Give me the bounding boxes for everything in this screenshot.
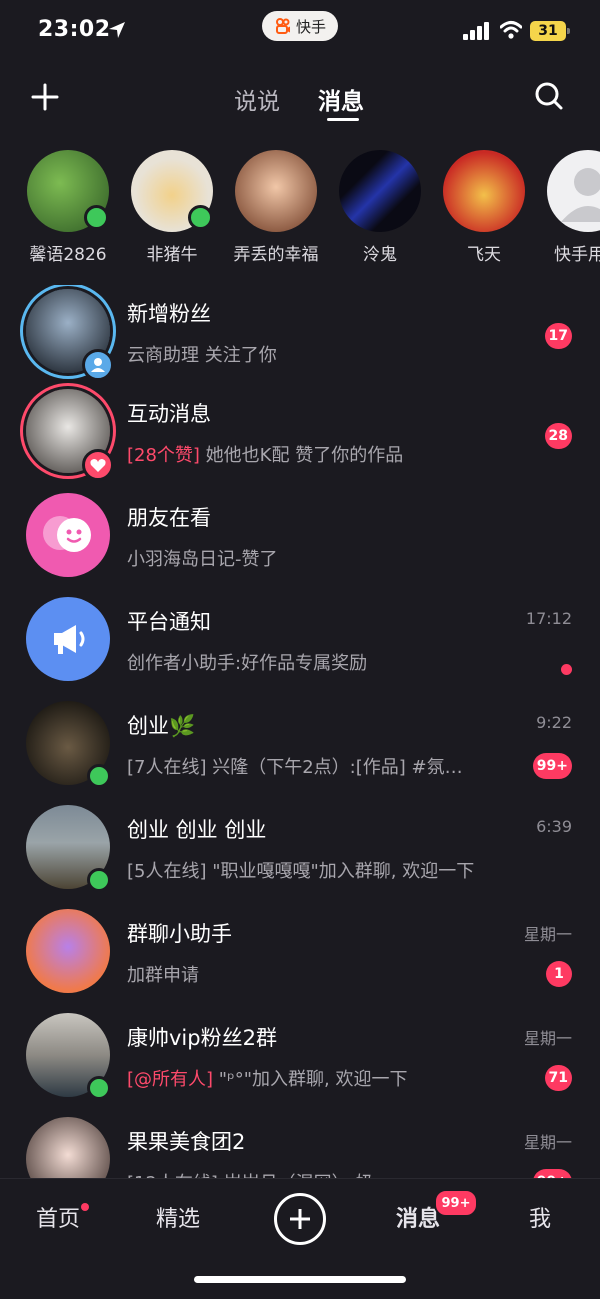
unread-count-badge: 17	[544, 323, 572, 349]
avatar	[235, 150, 317, 232]
messages-badge: 99+	[434, 1189, 478, 1217]
online-indicator	[87, 764, 111, 788]
avatar	[339, 150, 421, 232]
avatar	[26, 1117, 110, 1178]
message-time: 星期一	[523, 925, 572, 944]
stories-row: 馨语2826 非猪牛 弄丢的幸福 泠鬼 飞天 快手用户	[0, 150, 600, 270]
message-title: 创业 创业 创业	[127, 818, 267, 842]
list-item-group-chuangye[interactable]: 创业🌿 [7人在线] 兴隆（下午2点）:[作品] #氛… 9:22 99+	[0, 701, 600, 805]
default-user-icon	[561, 168, 600, 222]
message-title: 朋友在看	[127, 506, 211, 530]
online-indicator	[87, 868, 111, 892]
message-preview: [5人在线] "职业嘎嘎嘎"加入群聊, 欢迎一下	[127, 861, 475, 882]
megaphone-icon	[26, 597, 110, 681]
mention-highlight: [@所有人]	[127, 1069, 214, 1090]
story-item[interactable]: 馨语2826	[16, 150, 120, 265]
story-name: 快手用户	[554, 245, 600, 265]
message-list: 新增粉丝 云商助理 关注了你 17 互动消息 [28个赞] 她他也K配 赞了你的…	[0, 285, 600, 1178]
unread-count-badge: 1	[546, 961, 572, 987]
nav-home[interactable]: 首页	[36, 1201, 80, 1233]
story-item[interactable]: 弄丢的幸福	[224, 150, 328, 265]
battery-level: 31	[538, 23, 558, 39]
story-name: 馨语2826	[29, 245, 107, 265]
status-bar: 23:02 快手 31	[0, 0, 600, 64]
story-name: 泠鬼	[363, 245, 397, 265]
message-preview: [28个赞] 她他也K配 赞了你的作品	[127, 441, 403, 467]
message-title: 互动消息	[127, 402, 211, 426]
list-item-group-guoguo[interactable]: 果果美食团2 [12人在线] 岁岁月（湿网）:奶 星期一 99+	[0, 1117, 600, 1178]
message-time: 星期一	[523, 1133, 572, 1152]
status-time: 23:02	[38, 17, 111, 42]
likes-highlight: [28个赞]	[127, 445, 200, 466]
message-preview: 创作者小助手:好作品专属奖励	[127, 653, 368, 674]
message-preview: 云商助理 关注了你	[127, 345, 277, 366]
message-time: 6:39	[536, 817, 572, 836]
heart-icon	[82, 449, 114, 481]
online-indicator	[188, 205, 213, 230]
home-indicator	[194, 1276, 406, 1283]
story-item[interactable]: 泠鬼	[328, 150, 432, 265]
avatar	[26, 909, 110, 993]
search-icon[interactable]	[533, 80, 565, 112]
list-item-group-chuangye-2[interactable]: 创业 创业 创业 [5人在线] "职业嘎嘎嘎"加入群聊, 欢迎一下 6:39	[0, 805, 600, 909]
story-name: 飞天	[467, 245, 501, 265]
message-title: 平台通知	[127, 610, 211, 634]
list-item-new-followers[interactable]: 新增粉丝 云商助理 关注了你 17	[0, 289, 600, 393]
list-item-platform-notice[interactable]: 平台通知 创作者小助手:好作品专属奖励 17:12	[0, 597, 600, 701]
follower-icon	[82, 349, 114, 381]
message-preview: [@所有人] "ᵖ°"加入群聊, 欢迎一下	[127, 1065, 407, 1091]
message-time: 星期一	[523, 1029, 572, 1048]
list-item-friends-watching[interactable]: 朋友在看 小羽海岛日记-赞了	[0, 493, 600, 597]
avatar	[443, 150, 525, 232]
app-pill-label: 快手	[295, 17, 326, 36]
avatar	[547, 150, 600, 232]
unread-count-badge: 71	[544, 1065, 572, 1091]
tab-shuoshuo[interactable]: 说说	[234, 82, 280, 116]
story-item[interactable]: 飞天	[432, 150, 536, 265]
app-indicator-pill[interactable]: 快手	[262, 11, 338, 41]
unread-count-badge: 99+	[532, 753, 572, 779]
avatar	[131, 150, 213, 232]
avatar	[27, 150, 109, 232]
battery-indicator: 31	[530, 21, 570, 41]
message-title: 果果美食团2	[127, 1130, 246, 1154]
top-tabs: 说说 消息	[0, 80, 600, 130]
list-item-group-assistant[interactable]: 群聊小助手 加群申请 星期一 1	[0, 909, 600, 1013]
message-title: 康帅vip粉丝2群	[127, 1026, 277, 1050]
story-name: 非猪牛	[146, 245, 198, 265]
kuaishou-logo-icon	[275, 18, 290, 34]
online-indicator	[87, 1076, 111, 1100]
list-item-interactions[interactable]: 互动消息 [28个赞] 她他也K配 赞了你的作品 28	[0, 389, 600, 493]
unread-count-badge: 99+	[532, 1169, 572, 1178]
message-title: 群聊小助手	[127, 922, 232, 946]
home-unread-dot	[81, 1203, 89, 1211]
friends-watching-icon	[26, 493, 110, 577]
nav-me[interactable]: 我	[529, 1201, 551, 1233]
message-preview: [7人在线] 兴隆（下午2点）:[作品] #氛…	[127, 757, 463, 778]
message-preview: [12人在线] 岁岁月（湿网）:奶	[127, 1169, 374, 1178]
active-tab-indicator	[327, 118, 359, 121]
list-item-group-kangshuai[interactable]: 康帅vip粉丝2群 [@所有人] "ᵖ°"加入群聊, 欢迎一下 星期一 71	[0, 1013, 600, 1117]
unread-count-badge: 28	[544, 423, 572, 449]
message-preview: 小羽海岛日记-赞了	[127, 549, 278, 570]
story-item[interactable]: 非猪牛	[120, 150, 224, 265]
message-title: 创业🌿	[127, 714, 196, 738]
message-time: 9:22	[536, 713, 572, 732]
unread-dot	[561, 664, 572, 675]
online-indicator	[84, 205, 109, 230]
location-arrow-icon	[109, 22, 125, 38]
message-preview: 加群申请	[127, 965, 199, 986]
story-name: 弄丢的幸福	[233, 245, 319, 265]
wifi-icon	[500, 21, 522, 39]
message-preview-text: "ᵖ°"加入群聊, 欢迎一下	[213, 1069, 408, 1090]
cellular-signal-icon	[463, 22, 489, 40]
create-plus-button[interactable]	[274, 1193, 326, 1245]
nav-featured[interactable]: 精选	[156, 1201, 200, 1233]
message-preview-text: 她他也K配 赞了你的作品	[199, 445, 404, 466]
message-time: 17:12	[525, 609, 572, 628]
message-title: 新增粉丝	[127, 302, 211, 326]
tab-messages[interactable]: 消息	[318, 82, 364, 116]
story-item[interactable]: 快手用户	[536, 150, 600, 265]
